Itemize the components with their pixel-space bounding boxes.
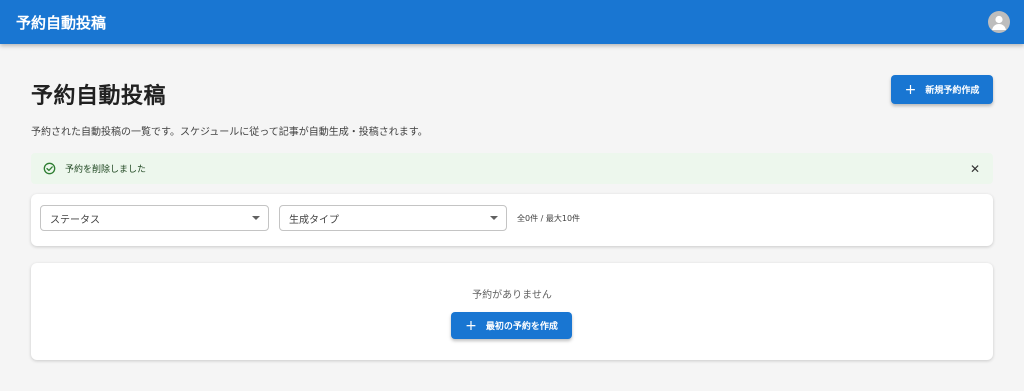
generation-type-select-value: 生成タイプ xyxy=(289,214,339,226)
app-title: 予約自動投稿 xyxy=(16,13,107,32)
success-alert: 予約を削除しました ✕ xyxy=(31,153,993,184)
new-reservation-button[interactable]: + 新規予約作成 xyxy=(891,75,993,104)
empty-message: 予約がありません xyxy=(472,290,552,301)
status-select[interactable]: ステータス xyxy=(40,205,269,231)
account-circle-icon[interactable] xyxy=(988,11,1010,33)
create-first-reservation-label: 最初の予約を作成 xyxy=(485,322,558,332)
filter-card: ステータス 生成タイプ 全0件 / 最大10件 xyxy=(31,194,993,246)
check-circle-icon xyxy=(43,162,56,175)
dropdown-arrow-icon xyxy=(252,216,260,220)
alert-message: 予約を削除しました xyxy=(65,165,147,175)
page-description: 予約された自動投稿の一覧です。スケジュールに従って記事が自動生成・投稿されます。 xyxy=(31,127,428,138)
generation-type-select[interactable]: 生成タイプ xyxy=(279,205,507,231)
close-icon[interactable]: ✕ xyxy=(967,161,983,177)
plus-icon: + xyxy=(465,317,477,334)
dropdown-arrow-icon xyxy=(490,216,498,220)
page-title: 予約自動投稿 xyxy=(31,84,167,109)
reservation-count: 全0件 / 最大10件 xyxy=(517,214,581,223)
app-bar: 予約自動投稿 xyxy=(0,0,1024,44)
create-first-reservation-button[interactable]: + 最初の予約を作成 xyxy=(451,312,572,339)
empty-state-card: 予約がありません + 最初の予約を作成 xyxy=(31,263,993,360)
status-select-value: ステータス xyxy=(50,214,100,226)
plus-icon: + xyxy=(904,81,917,98)
new-reservation-label: 新規予約作成 xyxy=(925,86,980,96)
